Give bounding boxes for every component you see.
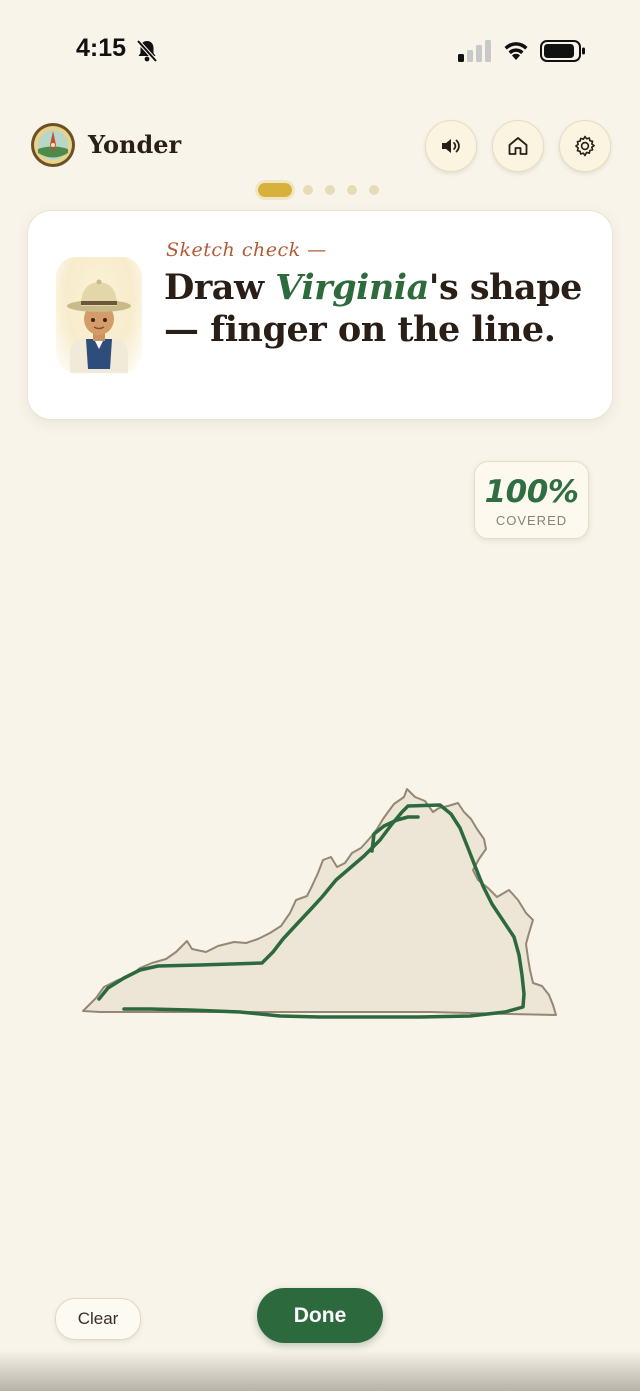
bottom-shade bbox=[0, 1350, 640, 1391]
progress-indicator bbox=[0, 180, 640, 200]
home-button[interactable] bbox=[492, 120, 544, 172]
gear-icon bbox=[575, 135, 595, 157]
sound-button[interactable] bbox=[425, 120, 477, 172]
speaker-icon bbox=[442, 139, 460, 153]
progress-dot-current bbox=[258, 183, 292, 197]
signal-icon bbox=[458, 40, 491, 62]
coverage-value: 100% bbox=[484, 474, 579, 510]
home-icon bbox=[508, 137, 528, 155]
settings-button[interactable] bbox=[559, 120, 611, 172]
done-button[interactable]: Done bbox=[257, 1288, 383, 1343]
drawing-surface[interactable] bbox=[0, 760, 640, 1050]
status-bar: 4:15 bbox=[0, 0, 640, 100]
battery-icon bbox=[540, 40, 585, 62]
progress-dot bbox=[303, 185, 313, 195]
compass-badge-icon bbox=[31, 123, 75, 167]
app-name: Yonder bbox=[88, 130, 182, 159]
coverage-badge: 100% COVERED bbox=[474, 461, 589, 539]
bell-slash-icon bbox=[136, 39, 158, 63]
wifi-icon bbox=[504, 42, 528, 60]
progress-dot bbox=[347, 185, 357, 195]
prompt-kicker: Sketch check — bbox=[166, 239, 327, 261]
progress-dot bbox=[369, 185, 379, 195]
prompt-title: Draw Virginia's shape — finger on the li… bbox=[164, 267, 584, 351]
progress-dot bbox=[325, 185, 335, 195]
app-header: Yonder bbox=[0, 118, 640, 174]
prompt-card: Sketch check — Draw Virginia's shape — f… bbox=[27, 210, 613, 420]
state-name: Virginia bbox=[275, 267, 429, 308]
clear-button[interactable]: Clear bbox=[55, 1298, 141, 1340]
coverage-label: COVERED bbox=[495, 513, 568, 528]
explorer-avatar bbox=[56, 257, 142, 373]
prompt-title-prefix: Draw bbox=[164, 267, 276, 308]
status-time: 4:15 bbox=[76, 34, 127, 62]
drawing-canvas[interactable] bbox=[0, 760, 640, 1050]
